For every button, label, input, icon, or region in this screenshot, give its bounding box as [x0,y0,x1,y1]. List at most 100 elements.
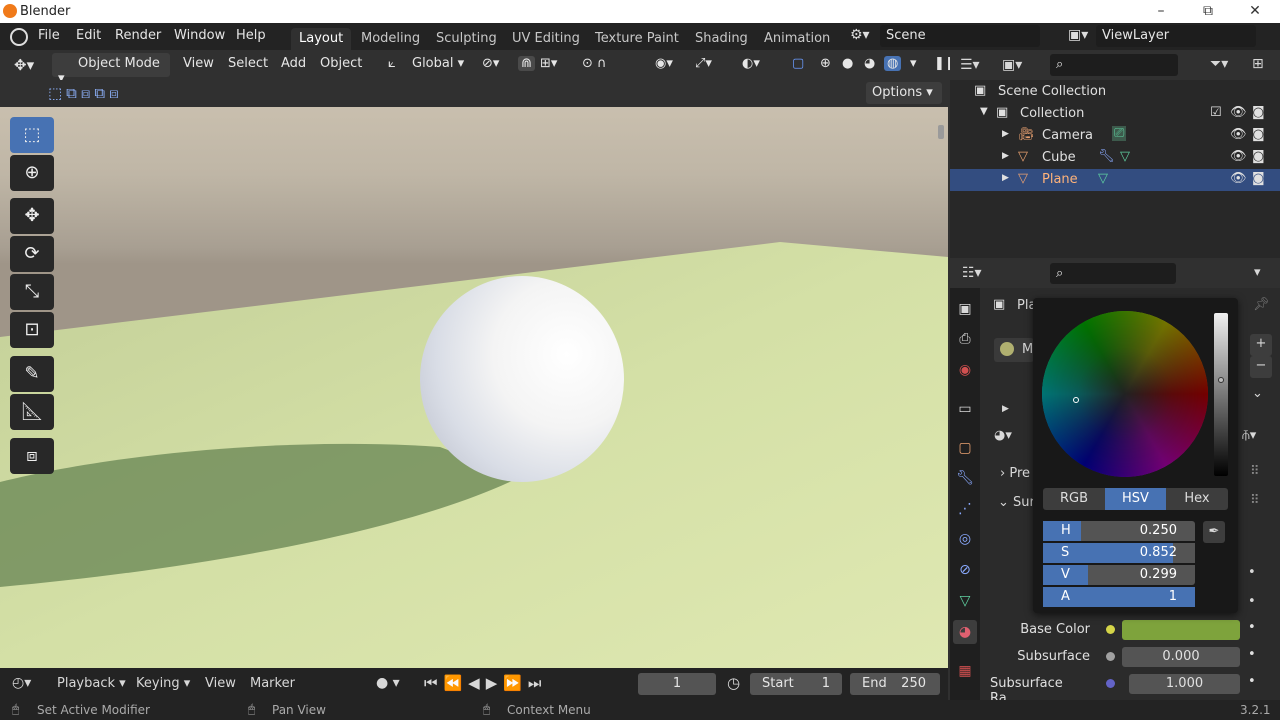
outliner-item-camera[interactable]: ▶ 🎥︎ Camera ⎚ 👁︎ ◙ [950,125,1280,147]
minimize-button[interactable]: – [1138,0,1184,23]
node-link-icon[interactable]: ⫚▾ [1242,428,1256,443]
menu-render[interactable]: Render [115,28,161,43]
close-button[interactable]: ✕ [1232,0,1278,23]
proportional-edit-icon[interactable]: ⊙ ∩ [582,56,607,71]
base-color-swatch[interactable] [1122,620,1240,640]
timeline-view-menu[interactable]: View [205,676,236,691]
tab-animation[interactable]: Animation [756,28,838,50]
add-cube-tool[interactable]: ⧈ [10,438,54,474]
orientation-dropdown[interactable]: Global ▾ [412,56,464,71]
shading-wireframe-icon[interactable]: ⊕ [820,56,831,71]
menu-help[interactable]: Help [236,28,266,43]
sphere-object[interactable] [420,276,624,482]
mode-hsv-button[interactable]: HSV [1105,488,1166,510]
particles-tab-icon[interactable]: ⋰ [953,497,977,521]
data-tab-icon[interactable]: ▽ [953,589,977,613]
playback-menu[interactable]: Playback ▾ [57,676,126,691]
camera-render-icon[interactable]: ◙ [1252,127,1265,142]
properties-editor-icon[interactable]: ☷▾ [962,265,982,281]
slot-specials-icon[interactable]: ⌄ [1252,386,1263,401]
snap-icon[interactable]: ⋒ [518,56,535,71]
mesh-data-icon[interactable]: ▽ [1098,171,1108,186]
material-tab-icon[interactable]: ◕ [953,620,977,644]
collection-tab-icon[interactable]: ▭ [953,397,977,421]
surface-panel-header[interactable]: ⌄ Sur [998,495,1035,510]
drag-handle-icon[interactable]: ⠿ [1250,464,1260,479]
drag-handle-icon[interactable]: ⠿ [1250,493,1260,508]
snap-target-icon[interactable]: ⊞▾ [540,56,557,71]
modifier-tab-icon[interactable]: 🔧︎ [953,466,977,490]
outliner-editor-icon[interactable]: ☰▾ [960,57,980,73]
record-icon[interactable]: ● ▾ [376,675,400,691]
annotate-tool[interactable]: ✎ [10,356,54,392]
tab-modeling[interactable]: Modeling [353,28,428,50]
eyedropper-button[interactable]: ✒ [1203,521,1225,543]
current-frame-field[interactable]: 1 [638,673,716,695]
preview-panel-header[interactable]: › Pre [1000,466,1030,481]
overlay-icon[interactable]: ◐▾ [742,56,760,71]
menu-edit[interactable]: Edit [76,28,101,43]
socket-dot-icon[interactable] [1106,625,1115,634]
properties-search-input[interactable]: ⌕ [1050,263,1176,284]
filter-icon[interactable]: ⏷▾ [1210,56,1228,72]
socket-dot-icon[interactable] [1106,679,1115,688]
select-box-tool[interactable]: ⬚ [10,117,54,153]
pin-icon[interactable]: 📌︎ [1253,297,1270,312]
outliner-item-plane[interactable]: ▶ ▽ Plane ▽ 👁︎ ◙ [950,169,1280,191]
measure-tool[interactable]: 📐︎ [10,394,54,430]
cursor-tool[interactable]: ⊕ [10,155,54,191]
hue-slider[interactable]: H 0.250 [1043,521,1195,541]
start-frame-field[interactable]: Start 1 [750,673,842,695]
outliner-search-input[interactable]: ⌕ [1050,54,1178,76]
view-layer-field[interactable]: ViewLayer [1096,25,1256,47]
menu-object[interactable]: Object [320,56,362,71]
render-tab-icon[interactable]: ⎙ [953,327,977,351]
marker-menu[interactable]: Marker [250,676,295,691]
outliner-scene-collection[interactable]: ▣ Scene Collection [950,81,1280,103]
camera-render-icon[interactable]: ◙ [1252,171,1265,186]
menu-file[interactable]: File [38,28,60,43]
camera-render-icon[interactable]: ◙ [1252,149,1265,164]
camera-render-icon[interactable]: ◙ [1252,105,1265,120]
alpha-slider[interactable]: A 1 [1043,587,1195,607]
shading-solid-icon[interactable]: ● [842,56,853,71]
subsurface-radius-field[interactable]: 1.000 [1129,674,1240,694]
keying-menu[interactable]: Keying ▾ [136,676,190,691]
camera-data-icon[interactable]: ⎚ [1112,126,1127,141]
viewport-scrollbar[interactable] [938,125,944,139]
menu-select[interactable]: Select [228,56,268,71]
texture-tab-icon[interactable]: ▦ [953,659,977,683]
scene-field[interactable]: Scene [880,25,1040,47]
wheel-cursor[interactable] [1073,397,1079,403]
outliner-item-cube[interactable]: ▶ ▽ Cube 🔧︎ ▽ 👁︎ ◙ [950,147,1280,169]
slot-expand-icon[interactable]: ▶ [1002,404,1009,414]
playback-controls[interactable]: ⏮⏪◀▶⏩⏭ [424,674,547,692]
expand-icon[interactable]: ▶ [1002,151,1009,161]
timeline-editor-icon[interactable]: ◴▾ [12,675,31,691]
mode-dropdown[interactable]: Object Mode ▾ [52,53,170,86]
menu-view[interactable]: View [183,56,214,71]
pivot-icon[interactable]: ⊘▾ [482,56,499,71]
options-dropdown[interactable]: Options ▾ [866,82,942,104]
add-slot-button[interactable]: + [1250,334,1272,356]
expand-icon[interactable]: ▶ [1002,173,1009,183]
tab-layout[interactable]: Layout [291,28,352,50]
visibility-icon[interactable]: ◉▾ [655,56,673,71]
rotate-tool[interactable]: ⟳ [10,236,54,272]
maximize-button[interactable]: ⧉ [1185,0,1231,23]
expand-icon[interactable]: ▶ [1002,129,1009,139]
display-mode-icon[interactable]: ▣▾ [1002,57,1022,73]
material-browse-icon[interactable]: ◕▾ [994,428,1012,443]
subsurface-field[interactable]: 0.000 [1122,647,1240,667]
xray-icon[interactable]: ▢ [792,56,804,71]
saturation-slider[interactable]: S 0.852 [1043,543,1195,563]
shading-rendered-icon[interactable]: ◍ [884,56,902,71]
mode-hex-button[interactable]: Hex [1166,488,1228,510]
3d-viewport[interactable]: ⬚ ⊕ ✥ ⟳ ⤡ ⊡ ✎ 📐︎ ⧈ [0,107,948,668]
shading-options-icon[interactable]: ▾ [910,56,917,71]
gizmo-icon[interactable]: ⤢▾ [695,56,712,71]
move-tool[interactable]: ✥ [10,198,54,234]
new-collection-icon[interactable]: ⊞ [1252,56,1264,72]
value-slider-bar[interactable] [1214,313,1228,476]
scene-icon[interactable]: ⚙▾ [850,27,870,43]
